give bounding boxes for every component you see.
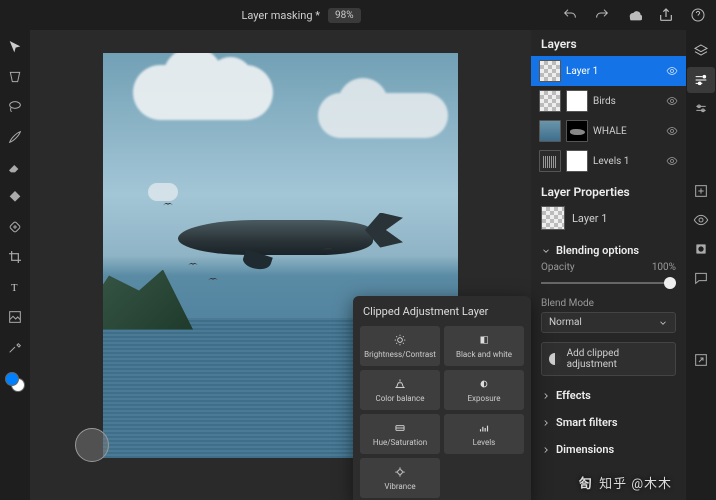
mask-panel-icon[interactable] xyxy=(687,236,715,262)
chevron-right-icon xyxy=(541,445,551,455)
canvas-area[interactable]: Clipped Adjustment Layer Brightness/Cont… xyxy=(30,30,531,500)
document-title: Layer masking * xyxy=(241,9,320,22)
move-tool-icon[interactable] xyxy=(6,38,24,56)
layer-thumb xyxy=(539,90,561,112)
adjust-panel-icon[interactable] xyxy=(687,96,715,122)
layer-mask-thumb xyxy=(566,120,588,142)
svg-text:T: T xyxy=(11,283,18,294)
redo-icon[interactable] xyxy=(594,7,610,23)
layer-prop-name: Layer 1 xyxy=(572,212,607,225)
properties-panel-icon[interactable] xyxy=(687,67,715,93)
help-icon[interactable] xyxy=(690,7,706,23)
layers-list: Layer 1 Birds WHALE xyxy=(531,56,686,176)
smart-filters-section[interactable]: Smart filters xyxy=(531,409,686,436)
watermark: 匌 知乎 @木木 xyxy=(579,473,672,492)
opacity-slider[interactable] xyxy=(541,275,676,291)
chevron-down-icon xyxy=(658,318,668,328)
right-panel: Layers Layer 1 Birds WHALE xyxy=(531,30,686,500)
export-icon[interactable] xyxy=(687,347,715,373)
layer-row-levels1[interactable]: Levels 1 xyxy=(531,146,686,176)
chevron-right-icon xyxy=(541,391,551,401)
blending-options-header[interactable]: Blending options xyxy=(531,237,686,260)
undo-icon[interactable] xyxy=(562,7,578,23)
crop-tool-icon[interactable] xyxy=(6,248,24,266)
type-tool-icon[interactable]: T xyxy=(6,278,24,296)
chevron-right-icon xyxy=(541,418,551,428)
clipped-adjustment-popup: Clipped Adjustment Layer Brightness/Cont… xyxy=(353,296,531,500)
visibility-icon[interactable] xyxy=(666,95,678,107)
layer-thumb xyxy=(539,120,561,142)
left-toolbar: T xyxy=(0,30,30,500)
layer-thumb xyxy=(539,60,561,82)
adjustment-icon xyxy=(549,353,561,365)
opacity-label: Opacity xyxy=(541,262,575,273)
foreground-color xyxy=(5,372,19,386)
blend-mode-select[interactable]: Normal xyxy=(541,312,676,333)
add-clipped-adjustment-button[interactable]: Add clipped adjustment xyxy=(541,342,676,376)
layer-row-layer1[interactable]: Layer 1 xyxy=(531,56,686,86)
healing-tool-icon[interactable] xyxy=(6,218,24,236)
lasso-tool-icon[interactable] xyxy=(6,98,24,116)
comments-icon[interactable] xyxy=(687,265,715,291)
visibility-panel-icon[interactable] xyxy=(687,207,715,233)
zoom-badge[interactable]: 98% xyxy=(328,8,361,23)
adjustment-color-balance[interactable]: Color balance xyxy=(360,370,440,410)
adjustment-vibrance[interactable]: Vibrance xyxy=(360,458,440,498)
touch-shortcut-circle[interactable] xyxy=(75,428,109,462)
layer-row-whale[interactable]: WHALE xyxy=(531,116,686,146)
layer-thumb xyxy=(539,150,561,172)
adjustment-levels[interactable]: Levels xyxy=(444,414,524,454)
adjustment-hue-saturation[interactable]: Hue/Saturation xyxy=(360,414,440,454)
visibility-icon[interactable] xyxy=(666,65,678,77)
cloud-icon[interactable] xyxy=(626,7,642,23)
fill-tool-icon[interactable] xyxy=(6,188,24,206)
adjustment-brightness-contrast[interactable]: Brightness/Contrast xyxy=(360,326,440,366)
layers-panel-icon[interactable] xyxy=(687,38,715,64)
whale-image xyxy=(178,208,403,263)
placement-tool-icon[interactable] xyxy=(6,308,24,326)
right-rail xyxy=(686,30,716,500)
layer-mask-thumb xyxy=(566,90,588,112)
chevron-down-icon xyxy=(541,246,551,256)
layer-properties-header: Layer Properties xyxy=(541,183,676,202)
transform-tool-icon[interactable] xyxy=(6,68,24,86)
effects-section[interactable]: Effects xyxy=(531,382,686,409)
adjustment-black-white[interactable]: Black and white xyxy=(444,326,524,366)
adjustment-exposure[interactable]: Exposure xyxy=(444,370,524,410)
dimensions-section[interactable]: Dimensions xyxy=(531,436,686,463)
eraser-tool-icon[interactable] xyxy=(6,158,24,176)
layer-prop-thumb[interactable] xyxy=(541,206,565,230)
layer-mask-thumb xyxy=(566,150,588,172)
layers-header: Layers xyxy=(531,30,686,56)
visibility-icon[interactable] xyxy=(666,155,678,167)
eyedropper-tool-icon[interactable] xyxy=(6,338,24,356)
add-icon[interactable] xyxy=(687,178,715,204)
share-icon[interactable] xyxy=(658,7,674,23)
topbar: Layer masking * 98% xyxy=(0,0,716,30)
blend-mode-label: Blend Mode xyxy=(531,296,686,312)
visibility-icon[interactable] xyxy=(666,125,678,137)
opacity-value: 100% xyxy=(652,262,676,273)
popup-title: Clipped Adjustment Layer xyxy=(360,305,524,318)
brush-tool-icon[interactable] xyxy=(6,128,24,146)
layer-row-birds[interactable]: Birds xyxy=(531,86,686,116)
color-swatch[interactable] xyxy=(5,372,25,392)
